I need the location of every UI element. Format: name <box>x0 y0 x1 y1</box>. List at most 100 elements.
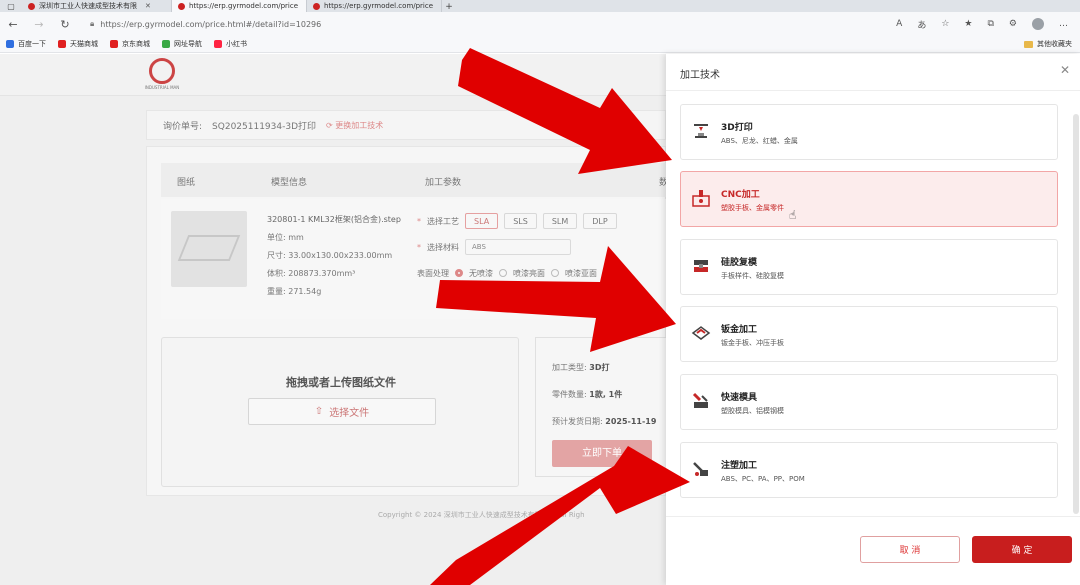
process-type-value: 3D打 <box>589 363 610 372</box>
option-desc: 塑胶模具、铝模钢模 <box>721 407 784 415</box>
process-params: * 选择工艺 SLA SLS SLM DLP * 选择材料 ABS 表面处理 无… <box>417 211 617 289</box>
bookmark-baidu[interactable]: 百度一下 <box>6 39 46 49</box>
option-3d-printing[interactable]: 3D打印 ABS、尼龙、红蜡、金属 <box>680 104 1058 160</box>
cancel-button[interactable]: 取 消 <box>860 536 960 563</box>
url-field[interactable]: 🔒︎ https://erp.gyrmodel.com/price.html#/… <box>82 16 882 32</box>
site-logo[interactable]: INDUSTRIAL MAN <box>142 58 182 90</box>
quote-label: 询价单号: <box>163 121 203 132</box>
option-rapid-tooling[interactable]: 快速模具 塑胶模具、铝模钢模 <box>680 374 1058 430</box>
model-volume: 体积: 208873.370mm³ <box>267 269 356 278</box>
rapid-tooling-icon <box>691 391 711 411</box>
profile-avatar[interactable] <box>1032 18 1044 30</box>
ship-date-value: 2025-11-19 <box>605 417 657 426</box>
other-bookmarks[interactable]: 其他收藏夹 <box>1024 39 1080 49</box>
option-name: 注塑加工 <box>721 461 758 471</box>
choose-file-button[interactable]: ⇧ 选择文件 <box>248 398 436 425</box>
process-tech-drawer: 加工技术 ✕ 3D打印 ABS、尼龙、红蜡、金属 CNC加工 塑胶手板、金属零件… <box>666 54 1080 585</box>
option-desc: ABS、尼龙、红蜡、金属 <box>721 137 798 145</box>
process-slm-button[interactable]: SLM <box>542 213 578 229</box>
page-footer: Copyright © 2024 深圳市工业人快速成型技术有限公司 All Ri… <box>378 511 585 519</box>
process-label: 选择工艺 <box>427 216 459 226</box>
bookmark-jd[interactable]: 京东商城 <box>110 39 150 49</box>
column-header: 模型信息 <box>271 178 308 188</box>
extensions-icon[interactable]: ⚙ <box>1009 19 1017 29</box>
surface-radio-matte[interactable] <box>551 269 559 277</box>
url-text: https://erp.gyrmodel.com/price.html#/det… <box>100 19 322 29</box>
upload-dropzone[interactable]: 拖拽或者上传图纸文件 ⇧ 选择文件 <box>161 337 519 487</box>
browser-tab[interactable]: https://erp.gyrmodel.com/price ✕ <box>307 0 442 12</box>
drawer-scrollbar[interactable] <box>1073 114 1079 514</box>
option-name: 硅胶复模 <box>721 258 758 268</box>
tab-actions-icon[interactable]: ▢ <box>0 0 22 12</box>
option-sheet-metal[interactable]: 钣金加工 钣金手板、冲压手板 <box>680 306 1058 362</box>
bookmarks-bar: 百度一下 天猫商城 京东商城 网址导航 小红书 其他收藏夹 <box>0 36 1080 53</box>
option-name: CNC加工 <box>721 190 760 200</box>
cnc-machine-icon <box>691 188 711 208</box>
bookmark-nav[interactable]: 网址导航 <box>162 39 202 49</box>
tab-close-icon[interactable]: ✕ <box>145 2 151 10</box>
collections-icon[interactable]: ⧉ <box>987 19 993 29</box>
more-menu-icon[interactable]: … <box>1059 19 1068 29</box>
column-header: 数 <box>659 178 666 188</box>
upload-title: 拖拽或者上传图纸文件 <box>286 376 396 389</box>
option-injection-molding[interactable]: 注塑加工 ABS、PC、PA、PP、POM <box>680 442 1058 498</box>
column-header: 图纸 <box>177 178 196 188</box>
tab-favicon-icon <box>313 2 320 10</box>
option-cnc[interactable]: CNC加工 塑胶手板、金属零件 ☝ <box>680 171 1058 227</box>
model-weight: 重量: 271.54g <box>267 287 322 296</box>
file-name: 320801-1 KML32框架(铝合金).step <box>267 215 401 224</box>
sheet-metal-icon <box>691 323 711 343</box>
process-dlp-button[interactable]: DLP <box>583 213 617 229</box>
new-tab-icon[interactable]: + <box>442 2 456 12</box>
quote-number: SQ2025111934-3D打印 <box>212 121 317 132</box>
close-icon[interactable]: ✕ <box>1058 63 1072 77</box>
browser-tab[interactable]: 深圳市工业人快速成型技术有限 ✕ <box>22 0 172 12</box>
add-favorite-icon[interactable]: ☆ <box>941 19 949 29</box>
material-select[interactable]: ABS <box>465 239 571 255</box>
option-name: 快速模具 <box>721 393 758 403</box>
order-card: 图纸 模型信息 加工参数 数 320801-1 KML32框架(铝合金).ste… <box>146 146 666 496</box>
part-shape <box>177 235 241 261</box>
jd-icon <box>110 40 118 48</box>
translate-icon[interactable]: あ <box>917 18 926 31</box>
back-icon[interactable]: ← <box>0 18 26 31</box>
bookmark-xiaohongshu[interactable]: 小红书 <box>214 39 247 49</box>
forward-icon[interactable]: → <box>26 18 52 31</box>
bookmark-tmall[interactable]: 天猫商城 <box>58 39 98 49</box>
favorites-icon[interactable]: ★ <box>964 19 972 29</box>
table-header: 图纸 模型信息 加工参数 数 <box>161 163 666 197</box>
lock-icon: 🔒︎ <box>90 19 95 28</box>
nav-site-icon <box>162 40 170 48</box>
upload-icon: ⇧ <box>314 406 324 417</box>
process-sla-button[interactable]: SLA <box>465 213 499 229</box>
option-name: 钣金加工 <box>721 325 758 335</box>
xiaohongshu-icon <box>214 40 222 48</box>
page-content: INDUSTRIAL MAN 询价单号: SQ2025111934-3D打印 ⟳… <box>0 54 666 585</box>
tab-title: https://erp.gyrmodel.com/price <box>189 2 299 10</box>
refresh-icon[interactable]: ↻ <box>52 18 78 31</box>
browser-tab-bar: ▢ 深圳市工业人快速成型技术有限 ✕ https://erp.gyrmodel.… <box>0 0 1080 12</box>
model-row: 320801-1 KML32框架(铝合金).step 单位: mm 尺寸: 33… <box>161 199 666 319</box>
injection-molding-icon <box>691 459 711 479</box>
tab-favicon-icon <box>28 2 35 10</box>
read-aloud-icon[interactable]: A <box>896 19 902 29</box>
confirm-button[interactable]: 确 定 <box>972 536 1072 563</box>
surface-label: 表面处理 <box>417 268 449 278</box>
order-summary: 加工类型: 3D打 零件数量: 1款, 1件 预计发货日期: 2025-11-1… <box>535 337 666 477</box>
option-desc: 塑胶手板、金属零件 <box>721 204 784 212</box>
tab-title: https://erp.gyrmodel.com/price <box>324 2 434 10</box>
option-desc: 钣金手板、冲压手板 <box>721 339 784 347</box>
switch-tech-link[interactable]: ⟳ 更换加工技术 <box>326 120 383 131</box>
option-silicone-mold[interactable]: 硅胶复模 手板样件、硅胶复模 <box>680 239 1058 295</box>
order-now-button[interactable]: 立即下单 <box>552 440 652 467</box>
model-size: 尺寸: 33.00x130.00x233.00mm <box>267 251 393 260</box>
surface-radio-none[interactable] <box>455 269 463 277</box>
surface-radio-glossy[interactable] <box>499 269 507 277</box>
silicone-mold-icon <box>691 256 711 276</box>
browser-tab-active[interactable]: https://erp.gyrmodel.com/price ✕ <box>172 0 307 12</box>
material-label: 选择材料 <box>427 242 459 252</box>
site-header: INDUSTRIAL MAN <box>0 54 666 96</box>
process-sls-button[interactable]: SLS <box>504 213 537 229</box>
gear-logo-icon <box>149 58 175 84</box>
model-thumbnail[interactable] <box>171 211 247 287</box>
